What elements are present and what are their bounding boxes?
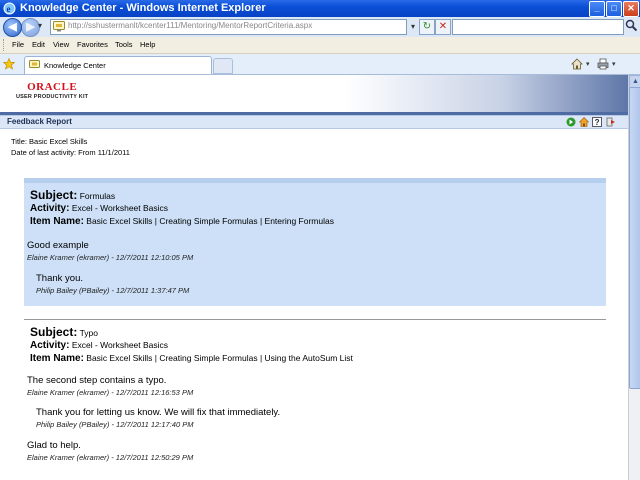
subject-value: Formulas xyxy=(79,191,116,201)
toolbar-grip[interactable] xyxy=(3,39,6,51)
activity-value: Excel - Worksheet Basics xyxy=(71,203,169,213)
item-name-line: Item Name: Basic Excel Skills | Creating… xyxy=(30,353,353,364)
address-toolbar: ◀ ▶ ▾ http://sshustermanlt/kcenter111/Me… xyxy=(0,17,640,37)
activity-line: Activity: Excel - Worksheet Basics xyxy=(30,203,168,214)
menu-favorites[interactable]: Favorites xyxy=(77,40,108,49)
subject-line: Subject: Formulas xyxy=(30,188,115,202)
print-dropdown[interactable]: ▾ xyxy=(612,60,616,68)
tab-label: Knowledge Center xyxy=(44,61,106,70)
reply-byline: Philip Bailey (PBailey) - 12/7/2011 1:37… xyxy=(36,286,190,295)
svg-text:e: e xyxy=(7,4,11,14)
product-name: USER PRODUCTIVITY KIT xyxy=(16,94,89,100)
report-meta-date: Date of last activity: From 11/1/2011 xyxy=(11,148,130,157)
menu-edit[interactable]: Edit xyxy=(32,40,45,49)
search-icon[interactable] xyxy=(625,19,638,32)
subject-value: Typo xyxy=(79,328,98,338)
page-content: ORACLE USER PRODUCTIVITY KIT Feedback Re… xyxy=(0,75,628,480)
comment-byline: Elaine Kramer (ekramer) - 12/7/2011 12:5… xyxy=(27,453,194,462)
comment-text: The second step contains a typo. xyxy=(27,375,167,386)
window-title: Knowledge Center - Windows Internet Expl… xyxy=(20,2,266,14)
close-button[interactable]: ✕ xyxy=(623,1,639,17)
maximize-button[interactable]: □ xyxy=(606,1,622,17)
svg-text:?: ? xyxy=(595,118,600,127)
address-bar[interactable]: http://sshustermanlt/kcenter111/Mentorin… xyxy=(50,19,407,35)
report-title: Feedback Report xyxy=(7,117,72,126)
stop-button[interactable]: ✕ xyxy=(435,19,451,35)
address-dropdown[interactable]: ▾ xyxy=(408,20,418,33)
oracle-wordmark: ORACLE xyxy=(27,81,78,93)
back-button[interactable]: ◀ xyxy=(3,18,22,37)
item-name-label: Item Name: xyxy=(30,353,84,364)
report-meta-title: Title: Basic Excel Skills xyxy=(11,137,88,146)
vertical-scrollbar[interactable]: ▲ xyxy=(628,75,640,480)
page-icon xyxy=(29,60,40,68)
recent-pages-dropdown[interactable]: ▾ xyxy=(38,22,46,30)
help-icon[interactable]: ? xyxy=(592,117,602,127)
home-icon[interactable] xyxy=(571,58,583,70)
refresh-button[interactable]: ↻ xyxy=(419,19,435,35)
internet-explorer-icon: e xyxy=(3,2,16,15)
comment-byline: Elaine Kramer (ekramer) - 12/7/2011 12:1… xyxy=(27,253,194,262)
activity-line: Activity: Excel - Worksheet Basics xyxy=(30,340,168,351)
reply-text: Thank you for letting us know. We will f… xyxy=(36,407,281,418)
page-icon xyxy=(53,21,65,32)
activity-label: Activity: xyxy=(30,203,70,214)
window-title-bar[interactable]: e Knowledge Center - Windows Internet Ex… xyxy=(0,0,640,17)
subject-label: Subject: xyxy=(30,188,78,202)
go-forward-icon[interactable] xyxy=(566,117,576,127)
subject-line: Subject: Typo xyxy=(30,325,98,339)
report-header: Feedback Report ? xyxy=(0,115,628,129)
upk-banner: ORACLE USER PRODUCTIVITY KIT xyxy=(0,75,628,115)
minimize-button[interactable]: _ xyxy=(589,1,605,17)
item-name-line: Item Name: Basic Excel Skills | Creating… xyxy=(30,216,334,227)
search-input[interactable] xyxy=(452,19,624,35)
activity-value: Excel - Worksheet Basics xyxy=(71,340,169,350)
menu-file[interactable]: File xyxy=(12,40,24,49)
feedback-entry: Subject: Typo Activity: Excel - Workshee… xyxy=(24,319,606,470)
reply-byline: Philip Bailey (PBailey) - 12/7/2011 12:1… xyxy=(36,420,194,429)
comment-text: Good example xyxy=(27,240,89,251)
item-name-value: Basic Excel Skills | Creating Simple For… xyxy=(86,216,334,226)
oracle-upk-logo: ORACLE USER PRODUCTIVITY KIT xyxy=(16,82,88,101)
menu-view[interactable]: View xyxy=(53,40,69,49)
exit-icon[interactable] xyxy=(606,117,616,127)
item-name-value: Basic Excel Skills | Creating Simple For… xyxy=(86,353,353,363)
menu-bar: File Edit View Favorites Tools Help xyxy=(0,37,640,54)
favorites-star-icon[interactable] xyxy=(3,58,15,70)
tab-bar: Knowledge Center ▾ ▾ xyxy=(0,54,640,75)
print-icon[interactable] xyxy=(597,58,609,70)
menu-help[interactable]: Help xyxy=(140,40,155,49)
comment-byline: Elaine Kramer (ekramer) - 12/7/2011 12:1… xyxy=(27,388,194,397)
home-icon[interactable] xyxy=(579,117,589,127)
scrollbar-thumb[interactable] xyxy=(629,87,640,389)
subject-label: Subject: xyxy=(30,325,78,339)
feedback-entry: Subject: Formulas Activity: Excel - Work… xyxy=(24,178,606,306)
home-dropdown[interactable]: ▾ xyxy=(586,60,590,68)
activity-label: Activity: xyxy=(30,340,70,351)
tab-knowledge-center[interactable]: Knowledge Center xyxy=(24,56,212,74)
reply-text: Thank you. xyxy=(36,273,83,284)
new-tab-button[interactable] xyxy=(213,58,233,74)
item-name-label: Item Name: xyxy=(30,216,84,227)
comment-text: Glad to help. xyxy=(27,440,81,451)
menu-tools[interactable]: Tools xyxy=(115,40,133,49)
address-url: http://sshustermanlt/kcenter111/Mentorin… xyxy=(68,21,313,30)
